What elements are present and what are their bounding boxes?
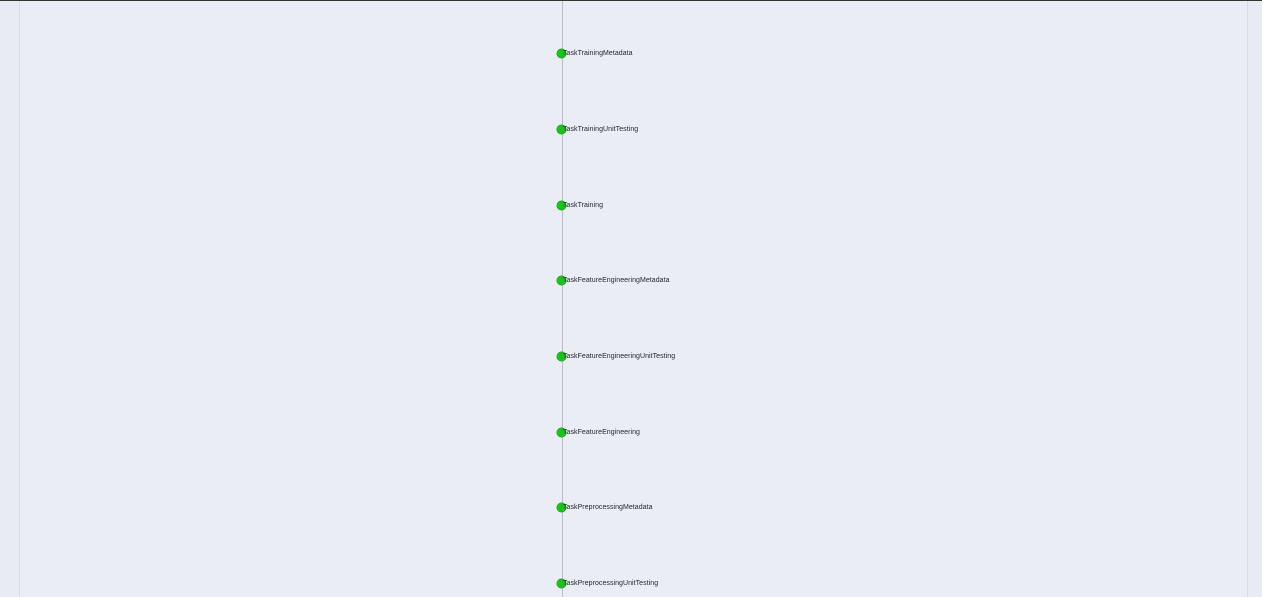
task-node-feature-engineering-unit-testing[interactable]: TaskFeatureEngineeringUnitTesting: [557, 350, 675, 362]
task-node-feature-engineering[interactable]: TaskFeatureEngineering: [557, 426, 640, 438]
task-node-preprocessing-unit-testing[interactable]: TaskPreprocessingUnitTesting: [557, 577, 658, 589]
task-node-label: TaskFeatureEngineeringMetadata: [563, 276, 670, 284]
task-node-training[interactable]: TaskTraining: [557, 199, 603, 211]
task-node-training-metadata[interactable]: TaskTrainingMetadata: [557, 47, 633, 59]
task-node-label: TaskFeatureEngineeringUnitTesting: [563, 352, 676, 360]
task-node-feature-engineering-metadata[interactable]: TaskFeatureEngineeringMetadata: [557, 274, 670, 286]
task-node-label: TaskPreprocessingUnitTesting: [563, 579, 659, 587]
task-node-label: TaskTrainingMetadata: [563, 49, 633, 57]
task-node-label: TaskTraining: [563, 201, 604, 209]
task-node-training-unit-testing[interactable]: TaskTrainingUnitTesting: [557, 123, 638, 135]
task-node-preprocessing-metadata[interactable]: TaskPreprocessingMetadata: [557, 501, 653, 513]
right-scroll-gutter[interactable]: [1247, 1, 1262, 597]
graph-canvas[interactable]: TaskTrainingMetadata TaskTrainingUnitTes…: [20, 1, 1247, 597]
dag-graph-view: TaskTrainingMetadata TaskTrainingUnitTes…: [0, 0, 1262, 597]
task-node-label: TaskTrainingUnitTesting: [563, 125, 639, 133]
task-node-label: TaskPreprocessingMetadata: [563, 503, 653, 511]
task-node-label: TaskFeatureEngineering: [563, 428, 640, 436]
left-gutter: [0, 1, 20, 597]
